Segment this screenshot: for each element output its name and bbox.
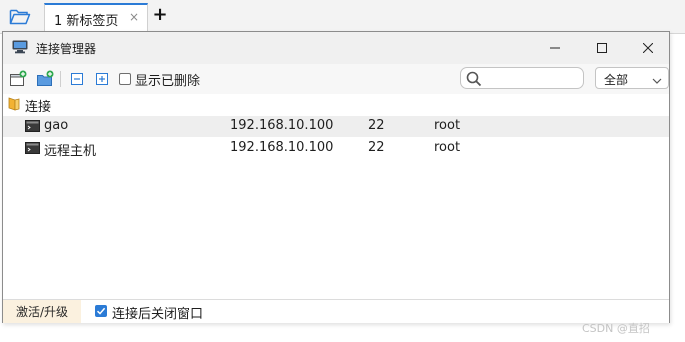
collapse-all-icon[interactable]	[67, 69, 87, 89]
close-button[interactable]	[626, 32, 670, 64]
new-connection-icon[interactable]	[8, 69, 28, 89]
connection-user: root	[434, 118, 461, 133]
connection-host: 192.168.10.100	[230, 140, 334, 155]
minimize-button[interactable]	[533, 32, 577, 64]
tab-close-icon[interactable]: ×	[129, 10, 139, 24]
tab-new-tab[interactable]: 1 新标签页 ×	[44, 3, 148, 33]
filter-dropdown[interactable]: 全部	[595, 67, 669, 89]
maximize-button[interactable]	[580, 32, 624, 64]
app-tabbar: 1 新标签页 × +	[0, 0, 685, 34]
connection-host: 192.168.10.100	[230, 118, 334, 133]
group-label: 连接	[25, 100, 52, 115]
connection-row[interactable]: gao 192.168.10.100 22 root	[3, 116, 669, 137]
connection-user: root	[434, 140, 461, 155]
close-after-connect-label: 连接后关闭窗口	[112, 307, 204, 322]
dialog-title: 连接管理器	[36, 42, 97, 56]
connection-manager-dialog: 连接管理器 显示已删除 全部 连接 gao 192.168.10.100 22 …	[2, 31, 670, 323]
chevron-down-icon	[652, 74, 662, 84]
connection-manager-icon	[12, 40, 28, 54]
connection-port: 22	[368, 118, 385, 133]
dialog-footer: 激活/升级 连接后关闭窗口	[3, 299, 669, 323]
connection-tree: 连接 gao 192.168.10.100 22 root 远程主机 192.1…	[3, 94, 669, 299]
dialog-titlebar[interactable]: 连接管理器	[3, 32, 669, 64]
open-folder-icon[interactable]	[6, 5, 34, 27]
connection-name: 远程主机	[44, 144, 97, 159]
connection-port: 22	[368, 140, 385, 155]
checkmark-icon	[96, 307, 106, 315]
search-box[interactable]	[460, 67, 584, 89]
watermark: CSDN @直招	[582, 322, 650, 335]
add-tab-button[interactable]: +	[151, 5, 169, 25]
close-after-connect-checkbox[interactable]	[95, 305, 107, 317]
folder-icon	[8, 97, 20, 111]
filter-value: 全部	[604, 73, 629, 87]
search-icon	[465, 70, 483, 88]
tree-group-connections[interactable]: 连接	[3, 94, 669, 115]
toolbar-divider	[60, 71, 61, 87]
activate-upgrade-button[interactable]: 激活/升级	[3, 300, 81, 323]
dialog-toolbar: 显示已删除 全部	[3, 64, 669, 95]
tab-label: 1 新标签页	[54, 14, 119, 29]
expand-all-icon[interactable]	[92, 69, 112, 89]
terminal-icon	[25, 120, 40, 132]
connection-row[interactable]: 远程主机 192.168.10.100 22 root	[3, 138, 669, 159]
show-deleted-checkbox[interactable]	[119, 73, 131, 85]
connection-name: gao	[44, 118, 69, 133]
terminal-icon	[25, 142, 40, 154]
search-input[interactable]	[485, 70, 579, 86]
new-folder-icon[interactable]	[35, 69, 55, 89]
show-deleted-label: 显示已删除	[135, 74, 201, 89]
